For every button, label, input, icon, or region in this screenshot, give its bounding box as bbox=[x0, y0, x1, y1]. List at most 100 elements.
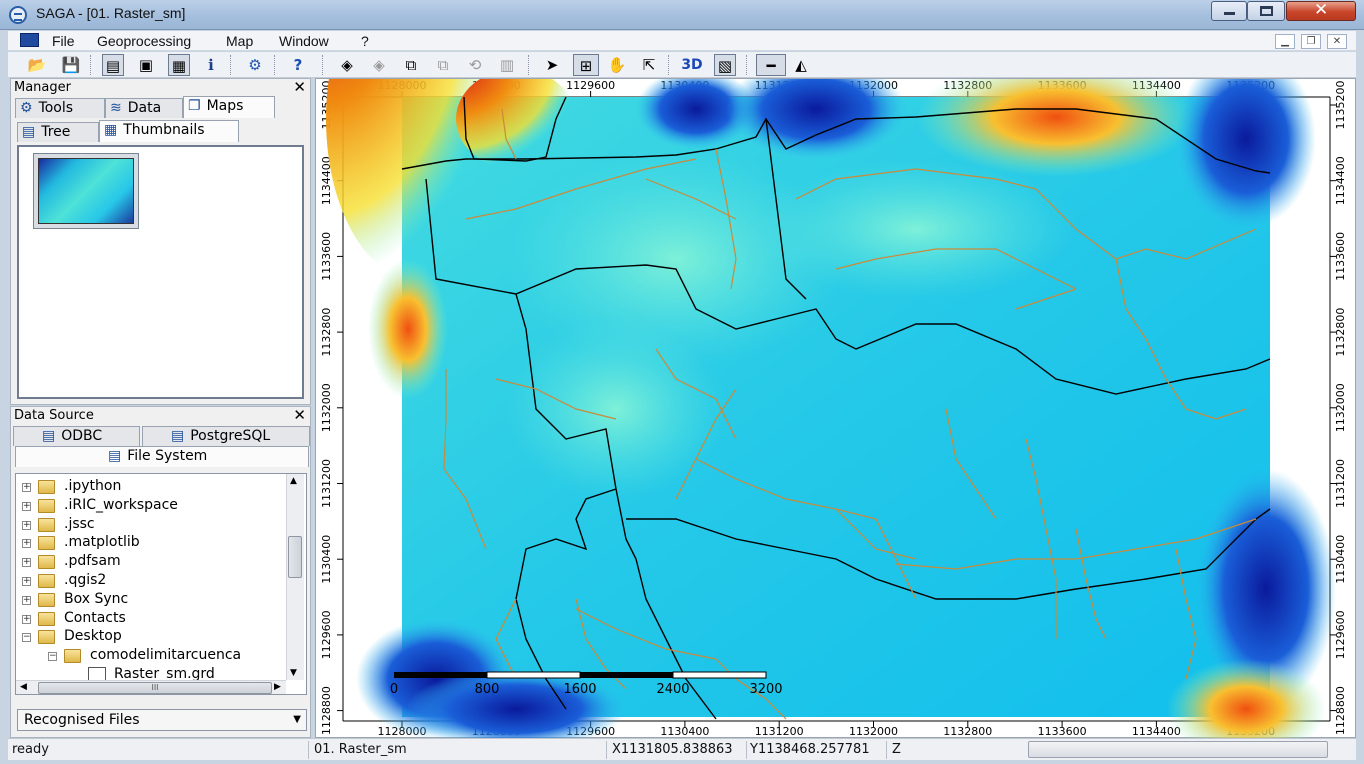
folder-icon bbox=[38, 498, 55, 513]
synchronize-icon[interactable]: ⟲ bbox=[464, 54, 486, 76]
zoom-active-layer-icon[interactable]: ⧉ bbox=[400, 54, 422, 76]
tree-item-label: comodelimitarcuenca bbox=[90, 647, 242, 664]
scale-bar-label: 0 bbox=[390, 682, 398, 697]
scroll-up-icon[interactable]: ▲ bbox=[290, 476, 297, 486]
distance-icon[interactable]: ━ bbox=[756, 54, 786, 76]
help-icon[interactable]: ? bbox=[287, 54, 309, 76]
expand-icon[interactable]: + bbox=[22, 595, 31, 605]
progress-bar bbox=[1028, 741, 1328, 758]
expand-icon[interactable]: + bbox=[22, 501, 31, 511]
open-icon[interactable]: 📂 bbox=[26, 54, 48, 76]
module-icon[interactable]: ⚙ bbox=[244, 54, 266, 76]
manager-icon[interactable]: ▤ bbox=[102, 54, 124, 76]
expand-icon[interactable]: + bbox=[22, 483, 31, 492]
tab-maps[interactable]: ❐ Maps bbox=[183, 96, 275, 118]
tree-item-label: .ipython bbox=[64, 478, 122, 494]
manager-panel: Manager ✕ ⚙ Tools ≋ Data ❐ Maps ▤ Tree ▦ Thum… bbox=[10, 78, 311, 405]
title-bar: SAGA - [01. Raster_sm] ✕ bbox=[0, 0, 1364, 30]
data-source-close-icon[interactable]: ✕ bbox=[293, 406, 306, 424]
maximize-button[interactable] bbox=[1247, 1, 1285, 21]
tab-thumbnails[interactable]: ▦ Thumbnails bbox=[99, 120, 239, 142]
data-source-icon[interactable]: ▣ bbox=[135, 54, 157, 76]
tab-postgresql[interactable]: ▤ PostgreSQL bbox=[142, 426, 310, 446]
tab-file-system[interactable]: ▤ File System bbox=[15, 446, 309, 467]
toolbar-separator bbox=[230, 55, 231, 75]
select-icon[interactable]: ➤ bbox=[541, 54, 563, 76]
map-view[interactable]: 1128000112880011296001130400113120011320… bbox=[315, 78, 1357, 739]
north-arrow-icon[interactable]: ◭ bbox=[790, 54, 812, 76]
x-tick-label-bottom: 1132800 bbox=[943, 725, 992, 738]
x-tick-label-bottom: 1133600 bbox=[1038, 725, 1087, 738]
y-tick-label-right: 1129600 bbox=[1334, 610, 1347, 659]
tab-tree[interactable]: ▤ Tree bbox=[17, 122, 99, 142]
zoom-last-icon[interactable]: ◈ bbox=[368, 54, 390, 76]
scroll-right-icon[interactable]: ▶ bbox=[274, 682, 281, 692]
folder-icon bbox=[38, 611, 55, 626]
status-separator bbox=[886, 741, 887, 759]
tree-item-label: .matplotlib bbox=[64, 534, 140, 551]
3d-view-icon[interactable]: 3D bbox=[681, 54, 703, 76]
tab-odbc[interactable]: ▤ ODBC bbox=[13, 426, 140, 446]
status-y-coordinate: Y1138468.257781 bbox=[750, 742, 870, 757]
file-system-icon: ▤ bbox=[108, 448, 122, 464]
odbc-icon: ▤ bbox=[42, 428, 56, 444]
expand-icon[interactable]: + bbox=[22, 558, 31, 568]
minimize-button[interactable] bbox=[1211, 1, 1247, 21]
menu-geoprocessing[interactable]: Geoprocessing bbox=[97, 33, 191, 49]
y-tick-label-left: 1132800 bbox=[320, 308, 333, 357]
messages-icon[interactable]: ▦ bbox=[168, 54, 190, 76]
mdi-close-button[interactable]: ✕ bbox=[1327, 34, 1347, 49]
collapse-icon[interactable]: − bbox=[48, 652, 57, 662]
expand-icon[interactable]: + bbox=[22, 539, 31, 549]
maps-icon: ❐ bbox=[188, 98, 201, 114]
map-thumbnail[interactable] bbox=[33, 153, 139, 229]
tab-data[interactable]: ≋ Data bbox=[105, 98, 183, 118]
layout-icon[interactable]: ▧ bbox=[714, 54, 736, 76]
zoom-extent-icon[interactable]: ⇱ bbox=[638, 54, 660, 76]
x-tick-label-bottom: 1130400 bbox=[660, 725, 709, 738]
map-layout-icon[interactable]: ▥ bbox=[496, 54, 518, 76]
y-tick-label-right: 1131200 bbox=[1334, 459, 1347, 508]
folder-icon bbox=[64, 649, 81, 664]
map-canvas[interactable]: 1128000112880011296001130400113120011320… bbox=[316, 79, 1357, 739]
mdi-minimize-button[interactable]: ▁ bbox=[1275, 34, 1295, 49]
tree-item-label: .qgis2 bbox=[64, 572, 107, 588]
scroll-down-icon[interactable]: ▼ bbox=[290, 668, 297, 678]
y-tick-label-left: 1131200 bbox=[320, 459, 333, 508]
tree-horizontal-scroll-thumb[interactable]: III bbox=[38, 682, 272, 694]
scroll-left-icon[interactable]: ◀ bbox=[20, 682, 27, 692]
info-icon[interactable]: ℹ bbox=[200, 54, 222, 76]
zoom-icon[interactable]: ⊞ bbox=[573, 54, 599, 76]
zoom-selection-icon[interactable]: ⧉ bbox=[432, 54, 454, 76]
pan-icon[interactable]: ✋ bbox=[606, 54, 628, 76]
expand-icon[interactable]: + bbox=[22, 520, 31, 530]
document-window-icon[interactable] bbox=[20, 33, 39, 47]
y-tick-label-left: 1128800 bbox=[320, 686, 333, 735]
y-tick-label-right: 1134400 bbox=[1334, 156, 1347, 205]
menu-file[interactable]: File bbox=[52, 33, 75, 49]
tree-vertical-scroll-thumb[interactable] bbox=[288, 536, 302, 578]
menu-map[interactable]: Map bbox=[226, 33, 253, 49]
file-filter-select[interactable]: Recognised Files ▼ bbox=[17, 709, 307, 731]
expand-icon[interactable]: + bbox=[22, 614, 31, 624]
collapse-icon[interactable]: − bbox=[22, 633, 31, 643]
menu-help[interactable]: ? bbox=[361, 33, 369, 49]
manager-title: Manager bbox=[14, 80, 71, 95]
manager-close-icon[interactable]: ✕ bbox=[293, 78, 306, 96]
toolbar-separator bbox=[90, 55, 91, 75]
expand-icon[interactable]: + bbox=[22, 577, 31, 586]
menu-bar: File Geoprocessing Map Window ? ▁ ❐ ✕ bbox=[8, 31, 1356, 51]
tree-item-label: Desktop bbox=[64, 628, 122, 645]
y-tick-label-right: 1133600 bbox=[1334, 232, 1347, 281]
zoom-full-icon[interactable]: ◈ bbox=[336, 54, 358, 76]
mdi-restore-button[interactable]: ❐ bbox=[1301, 34, 1321, 49]
data-source-panel: Data Source ✕ ▤ ODBC ▤ PostgreSQL ▤ File Sy… bbox=[10, 406, 311, 738]
tab-tools[interactable]: ⚙ Tools bbox=[15, 98, 105, 118]
toolbar-separator bbox=[528, 55, 529, 75]
close-button[interactable]: ✕ bbox=[1286, 0, 1356, 21]
y-tick-label-right: 1135200 bbox=[1334, 81, 1347, 130]
menu-window[interactable]: Window bbox=[279, 33, 329, 49]
toolbar-separator bbox=[746, 55, 747, 75]
save-icon[interactable]: 💾 bbox=[60, 54, 82, 76]
x-tick-label-bottom: 1131200 bbox=[755, 725, 804, 738]
